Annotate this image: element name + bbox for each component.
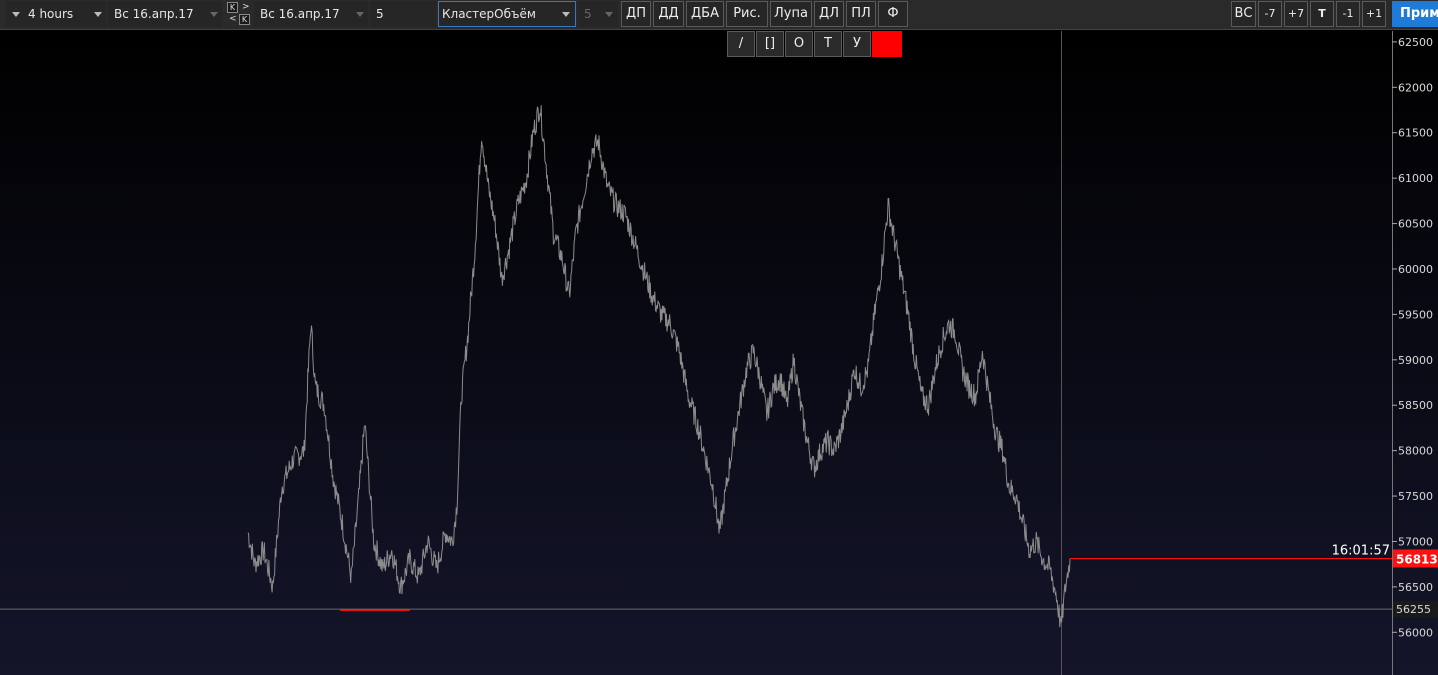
y-tick-label: 56500 [1398,581,1433,594]
draw-color-swatch[interactable] [872,31,902,57]
y-tick-label: 62500 [1398,36,1433,49]
y-tick-label: 57000 [1398,535,1433,548]
y-tick-label: 59000 [1398,354,1433,367]
y-tick-label: 61500 [1398,127,1433,140]
draw-button[interactable]: Рис. [726,1,768,27]
current-time-label: 16:01:57 [1332,543,1390,558]
k-top-button[interactable]: K [227,2,238,13]
top-toolbar: 4 hours Вс 16.апр.17 K > < K Вс 16.апр.1… [0,0,1438,30]
draw-u-tool[interactable]: У [843,31,871,57]
level-label: 56255 [1396,603,1431,616]
vs-button[interactable]: ВС [1231,1,1256,27]
date-to-picker[interactable]: Вс 16.апр.17 [254,1,368,27]
k-bottom-button[interactable]: K [239,14,250,25]
dba-button[interactable]: ДБА [686,1,724,27]
draw-rect-tool[interactable]: [] [756,31,784,57]
y-tick-label: 58000 [1398,445,1433,458]
indicator-label: КластерОбъём [442,7,536,21]
y-tick-label: 57500 [1398,490,1433,503]
date-to-label: Вс 16.апр.17 [260,7,340,21]
indicator-param-value: 5 [584,7,592,21]
count-value: 5 [376,7,384,21]
draw-ellipse-tool[interactable]: O [785,31,813,57]
draw-text-tool[interactable]: T [814,31,842,57]
chevron-down-icon [356,12,364,17]
plus1-button[interactable]: +1 [1362,1,1386,27]
chevron-down-icon [12,12,20,17]
draw-line-tool[interactable]: / [727,31,755,57]
t-button[interactable]: T [1310,1,1334,27]
date-from-label: Вс 16.апр.17 [114,7,194,21]
minus7-button[interactable]: -7 [1258,1,1282,27]
timeframe-dropdown[interactable]: 4 hours [6,1,106,27]
indicator-param-dropdown[interactable]: 5 [578,1,618,27]
dp-button[interactable]: ДП [621,1,651,27]
y-tick-label: 56000 [1398,626,1433,639]
y-tick-label: 60500 [1398,218,1433,231]
k-lt-symbol: < [229,14,237,24]
count-input[interactable]: 5 [370,1,436,27]
magnifier-button[interactable]: Лупа [770,1,812,27]
price-chart[interactable]: 56000 56500 57000 57500 58000 58500 59000 59500… [0,31,1438,675]
pl-button[interactable]: ПЛ [846,1,876,27]
date-from-picker[interactable]: Вс 16.апр.17 [108,1,222,27]
k-controls: K > < K [226,1,252,27]
indicator-dropdown[interactable]: КластерОбъём [438,1,576,27]
chevron-down-icon [94,12,102,17]
y-tick-label: 62000 [1398,81,1433,94]
plus7-button[interactable]: +7 [1284,1,1308,27]
y-tick-label: 60000 [1398,263,1433,276]
chevron-down-icon [210,12,218,17]
y-tick-label: 61000 [1398,172,1433,185]
minus1-button[interactable]: -1 [1336,1,1360,27]
chart-background [0,31,1438,675]
timeframe-label: 4 hours [28,7,74,21]
f-button[interactable]: Ф [878,1,908,27]
apply-button[interactable]: Прим [1392,1,1438,27]
current-price-label: 56813 [1396,552,1438,566]
y-tick-label: 59500 [1398,308,1433,321]
chevron-down-icon [562,12,570,17]
k-gt-symbol: > [242,2,250,12]
chevron-down-icon [605,12,613,17]
dl-button[interactable]: ДЛ [814,1,844,27]
dd-button[interactable]: ДД [653,1,684,27]
y-tick-label: 58500 [1398,399,1433,412]
